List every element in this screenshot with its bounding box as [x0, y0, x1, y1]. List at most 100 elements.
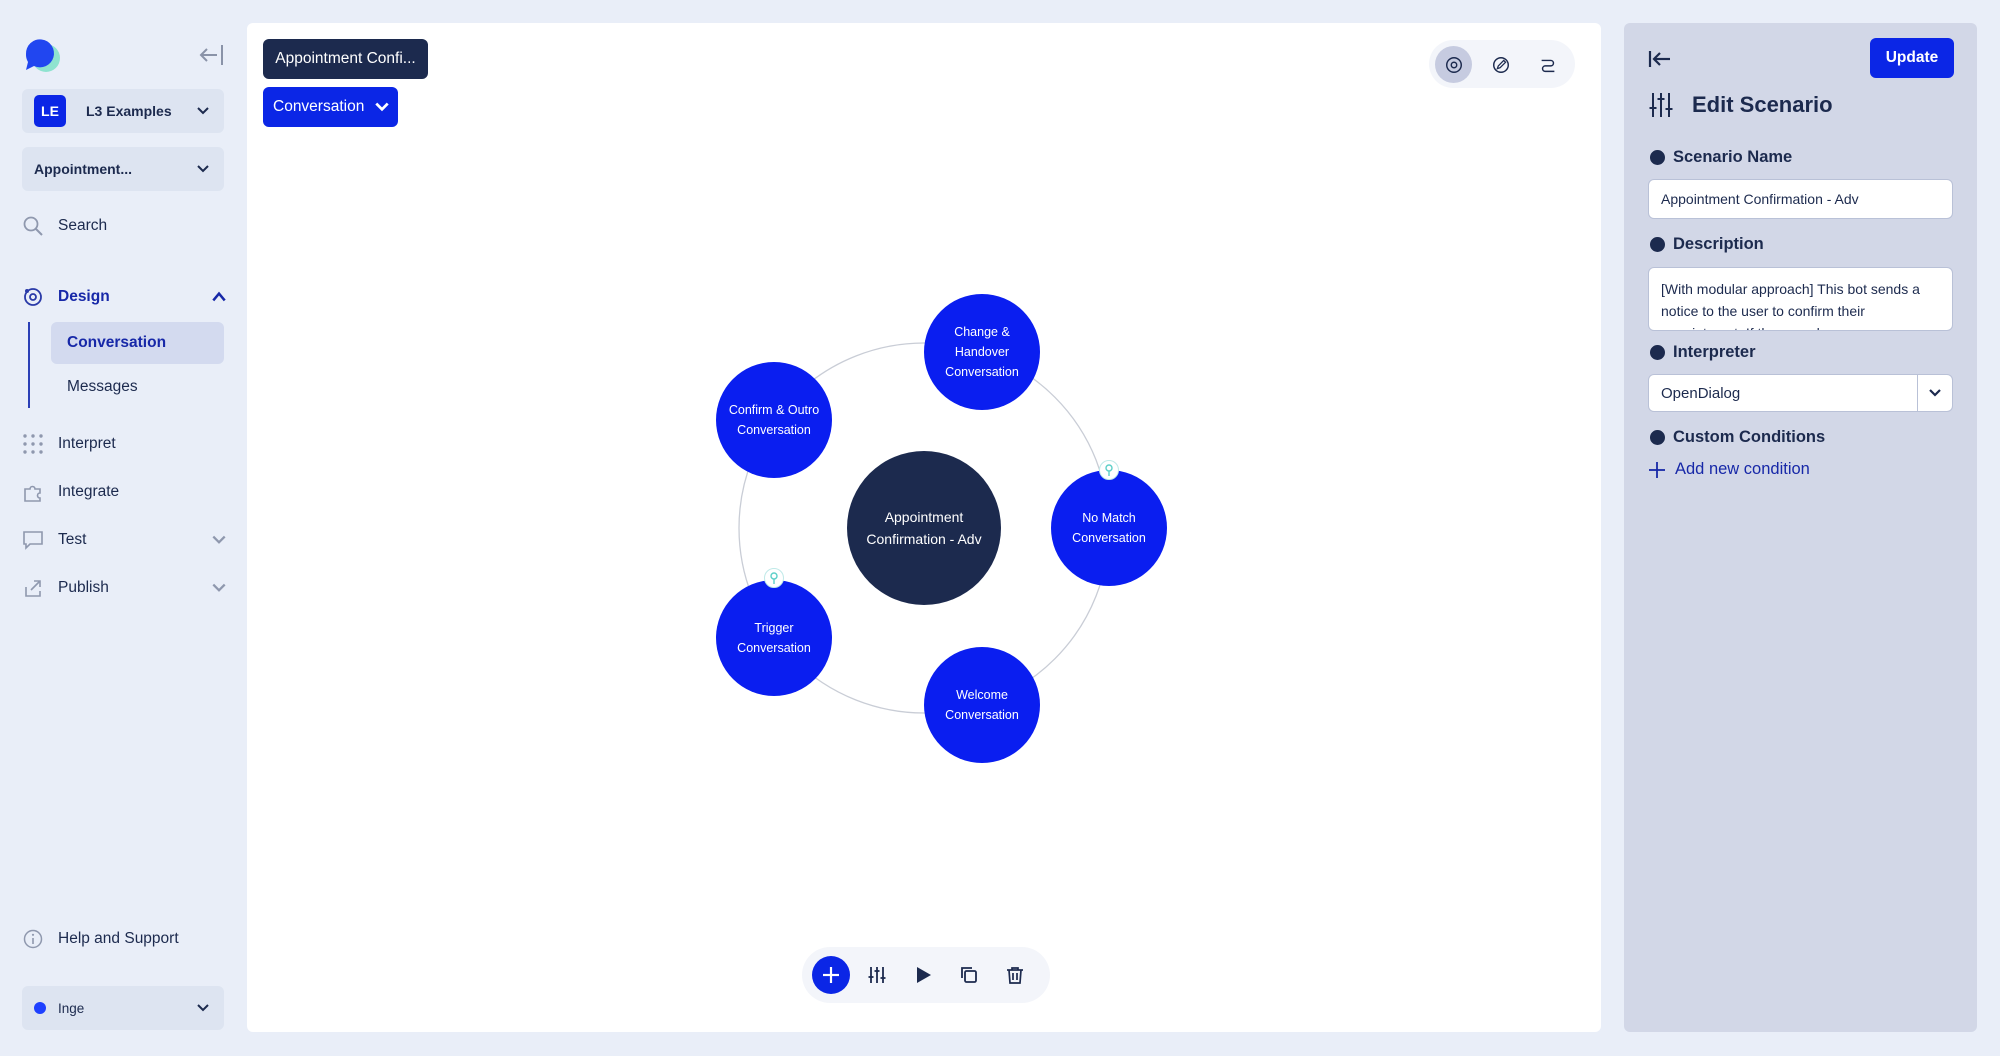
plus-icon	[1649, 461, 1665, 478]
node-line: Conversation	[737, 423, 811, 437]
node-line: Conversation	[737, 641, 811, 655]
design-submenu-line	[28, 322, 30, 408]
interpret-dots-icon	[23, 434, 43, 454]
scenario-name-label: Scenario Name	[1650, 148, 1792, 167]
add-button[interactable]	[812, 956, 850, 994]
nav-publish[interactable]: Publish	[22, 571, 227, 605]
delete-button[interactable]	[996, 956, 1034, 994]
panel-title-text: Edit Scenario	[1692, 92, 1833, 117]
node-line: Handover	[954, 345, 1010, 359]
description-textarea[interactable]: [With modular approach] This bot sends a…	[1648, 267, 1953, 331]
nav-search-label: Search	[58, 217, 108, 234]
workspace-badge: LE	[34, 95, 66, 127]
design-icon	[24, 288, 42, 306]
interpreter-value: OpenDialog	[1661, 384, 1741, 402]
nav-design-messages[interactable]: Messages	[51, 366, 224, 408]
nav-search[interactable]: Search	[22, 209, 227, 243]
node-line: Trigger	[754, 621, 794, 635]
interpreter-dropdown-button[interactable]	[1917, 375, 1952, 411]
interpreter-select[interactable]: OpenDialog	[1648, 374, 1953, 412]
close-panel-icon[interactable]	[1646, 45, 1674, 73]
sliders-icon	[868, 967, 886, 983]
user-name: Inge	[58, 1000, 85, 1016]
connector-pin-icon[interactable]	[764, 568, 784, 588]
conversation-node-no-match[interactable]: No Match Conversation	[1051, 470, 1167, 586]
trash-icon	[1007, 967, 1023, 984]
workspace-select[interactable]: LE L3 Examples	[22, 89, 224, 133]
plus-icon	[823, 967, 839, 983]
nav-design-label: Design	[58, 288, 110, 305]
sliders-icon	[1649, 93, 1673, 117]
center-node-line: Confirmation - Adv	[866, 531, 982, 547]
panel-title: Edit Scenario	[1648, 91, 1833, 119]
nav-design-conversation[interactable]: Conversation	[51, 322, 224, 364]
add-condition-link[interactable]: Add new condition	[1648, 460, 1810, 479]
custom-conditions-label: Custom Conditions	[1650, 428, 1825, 447]
scenario-center-node[interactable]: Appointment Confirmation - Adv	[847, 451, 1001, 605]
node-line: Conversation	[945, 365, 1019, 379]
info-icon	[23, 929, 43, 949]
node-line: Conversation	[1072, 531, 1146, 545]
collapse-sidebar-icon[interactable]	[198, 42, 226, 68]
description-label: Description	[1650, 235, 1764, 254]
play-button[interactable]	[904, 956, 942, 994]
sidebar: LE L3 Examples Appointment... Search Des…	[0, 0, 245, 1056]
bullet-icon	[1650, 430, 1665, 445]
nav-interpret[interactable]: Interpret	[22, 427, 227, 461]
chevron-down-icon	[197, 165, 209, 173]
nav-interpret-label: Interpret	[58, 435, 116, 452]
bullet-icon	[1650, 345, 1665, 360]
nav-integrate-label: Integrate	[58, 483, 120, 500]
node-line: Change &	[954, 325, 1010, 339]
conversation-node-change-handover[interactable]: Change & Handover Conversation	[924, 294, 1040, 410]
copy-icon	[961, 967, 977, 983]
chevron-down-icon[interactable]	[211, 532, 227, 548]
interpreter-label-text: Interpreter	[1673, 343, 1756, 361]
chat-bubble-icon	[23, 531, 43, 550]
center-node-line: Appointment	[884, 509, 964, 525]
chevron-down-icon	[197, 1004, 209, 1012]
search-icon	[23, 216, 43, 236]
nav-test-label: Test	[58, 531, 87, 548]
nav-integrate[interactable]: Integrate	[22, 475, 227, 509]
node-line: Welcome	[956, 688, 1008, 702]
user-avatar-icon	[34, 1002, 46, 1014]
nav-design[interactable]: Design	[22, 280, 227, 314]
canvas-toolbar	[802, 947, 1050, 1003]
chevron-down-icon	[197, 107, 209, 115]
scenario-name-label-text: Scenario Name	[1673, 148, 1793, 166]
chevron-down-icon	[1929, 389, 1941, 397]
conversation-node-confirm-outro[interactable]: Confirm & Outro Conversation	[716, 362, 832, 478]
chevron-up-icon[interactable]	[211, 289, 227, 305]
play-icon	[917, 967, 931, 983]
workspace-name: L3 Examples	[86, 103, 172, 119]
interpreter-label: Interpreter	[1650, 343, 1756, 362]
app-logo-icon[interactable]	[20, 36, 64, 76]
scenario-name-input[interactable]: Appointment Confirmation - Adv	[1648, 179, 1953, 219]
nav-publish-label: Publish	[58, 579, 109, 596]
node-line: Confirm & Outro	[728, 403, 820, 417]
puzzle-icon	[24, 485, 41, 502]
connector-pin-icon[interactable]	[1099, 460, 1119, 480]
description-label-text: Description	[1673, 235, 1764, 253]
user-select[interactable]: Inge	[22, 986, 224, 1030]
settings-button[interactable]	[858, 956, 896, 994]
scenario-select-value: Appointment...	[34, 161, 132, 177]
conversation-node-trigger[interactable]: Trigger Conversation	[716, 580, 832, 696]
edit-scenario-panel: Update Edit Scenario Scenario Name Appoi…	[1624, 23, 1977, 1032]
nav-help-support[interactable]: Help and Support	[22, 922, 227, 956]
add-condition-label: Add new condition	[1675, 460, 1810, 478]
publish-icon	[25, 580, 41, 597]
custom-conditions-label-text: Custom Conditions	[1673, 428, 1826, 446]
node-line: No Match	[1082, 511, 1136, 525]
bullet-icon	[1650, 150, 1665, 165]
bullet-icon	[1650, 237, 1665, 252]
duplicate-button[interactable]	[950, 956, 988, 994]
update-button[interactable]: Update	[1870, 38, 1954, 78]
conversation-node-welcome[interactable]: Welcome Conversation	[924, 647, 1040, 763]
node-line: Conversation	[945, 708, 1019, 722]
design-canvas[interactable]: Appointment Confi... Conversation Appoin…	[247, 23, 1601, 1032]
chevron-down-icon[interactable]	[211, 580, 227, 596]
scenario-select[interactable]: Appointment...	[22, 147, 224, 191]
nav-test[interactable]: Test	[22, 523, 227, 557]
